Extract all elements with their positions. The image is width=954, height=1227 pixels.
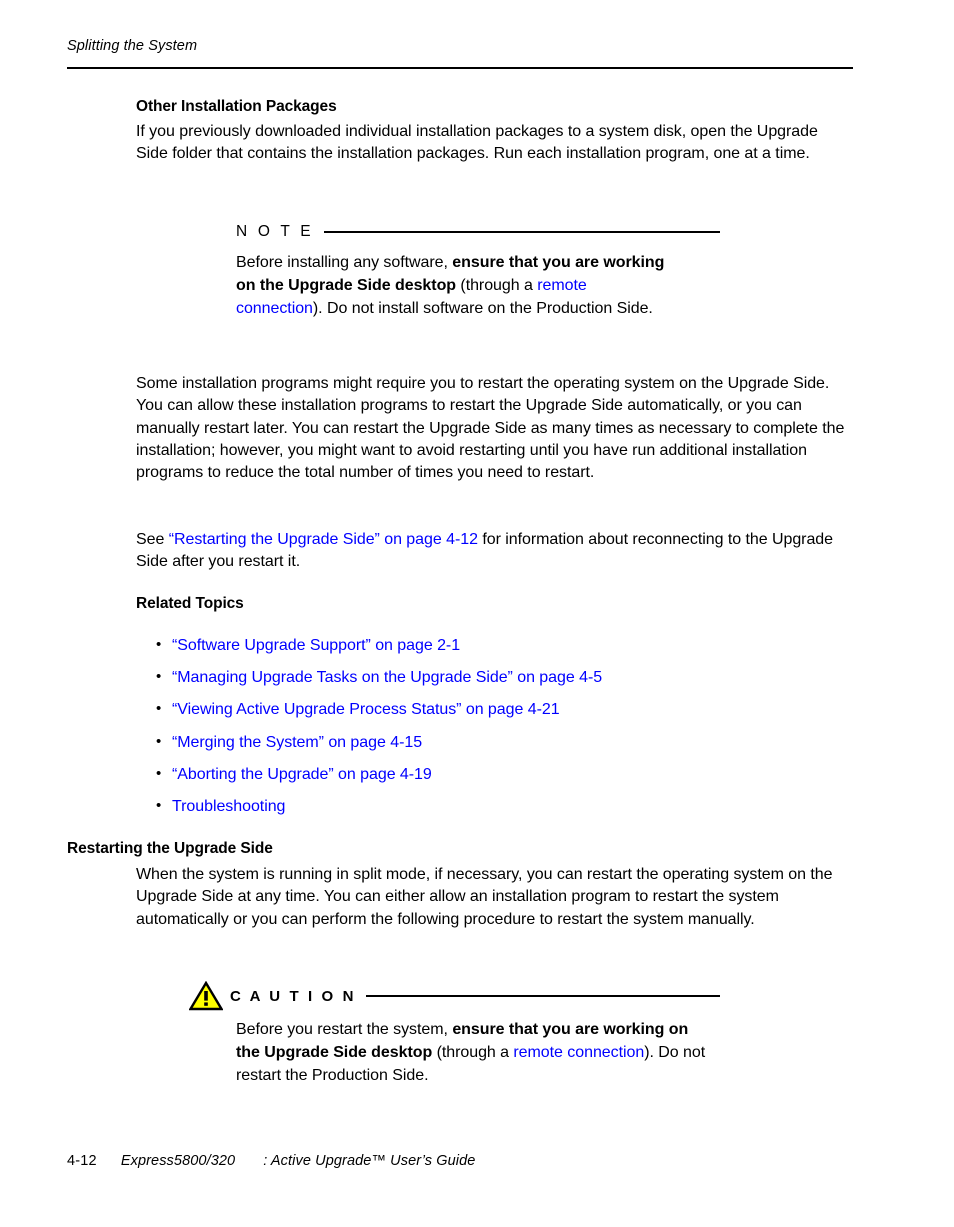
see-text-1: See [136, 531, 169, 548]
caution-rule [366, 995, 720, 997]
note-text-2: (through a [456, 276, 538, 294]
heading-related-topics: Related Topics [136, 595, 244, 612]
footer-product-name: Express5800/320 [120, 1153, 236, 1169]
note-header: N O T E [236, 221, 720, 243]
list-item: “Managing Upgrade Tasks on the Upgrade S… [136, 666, 851, 688]
see-link-restarting-upgrade-side[interactable]: “Restarting the Upgrade Side” on page 4-… [169, 531, 478, 548]
paragraph-see-reference: See “Restarting the Upgrade Side” on pag… [136, 529, 851, 574]
related-topic-link-2[interactable]: “Managing Upgrade Tasks on the Upgrade S… [172, 669, 602, 686]
caution-link-remote-connection[interactable]: remote connection [513, 1044, 644, 1061]
related-topic-link-1[interactable]: “Software Upgrade Support” on page 2-1 [172, 637, 460, 654]
list-item: “Merging the System” on page 4-15 [136, 731, 851, 753]
note-text-3: ). Do not install software on the Produc… [312, 299, 653, 317]
related-topic-link-3[interactable]: “Viewing Active Upgrade Process Status” … [172, 701, 560, 718]
list-item: “Aborting the Upgrade” on page 4-19 [136, 763, 851, 785]
list-item: Troubleshooting [136, 795, 851, 817]
footer-page-number: 4-12 [67, 1153, 97, 1169]
header-rule [67, 67, 853, 69]
related-topics-list: “Software Upgrade Support” on page 2-1 “… [136, 634, 851, 828]
note-rule [323, 231, 720, 233]
document-page: Splitting the System Other Installation … [0, 0, 954, 1227]
paragraph-other-installation-packages: If you previously downloaded individual … [136, 123, 818, 163]
list-item: “Software Upgrade Support” on page 2-1 [136, 634, 851, 656]
note-admonition: N O T E Before installing any software, … [236, 221, 720, 320]
note-body: Before installing any software, ensure t… [236, 252, 672, 320]
note-text-1: Before installing any software, [236, 254, 453, 271]
related-topic-link-5[interactable]: “Aborting the Upgrade” on page 4-19 [172, 766, 432, 783]
caution-label: C A U T I O N [230, 987, 357, 1005]
footer-guide-title: : Active Upgrade™ User’s Guide [263, 1153, 476, 1169]
paragraph-restart-programs: Some installation programs might require… [136, 375, 845, 482]
caution-text-2: (through a [432, 1043, 514, 1061]
related-topic-link-6[interactable]: Troubleshooting [172, 798, 285, 815]
related-topic-link-4[interactable]: “Merging the System” on page 4-15 [172, 734, 422, 751]
page-footer: 4-12 Express5800/320 : Active Upgrade™ Use… [67, 1153, 475, 1169]
heading-other-installation-packages: Other Installation Packages [136, 98, 337, 115]
warning-triangle-icon [189, 981, 223, 1011]
caution-text-1: Before you restart the system, [236, 1021, 453, 1038]
caution-admonition: C A U T I O N Before you restart the sys… [189, 981, 720, 1087]
paragraph-restarting-the-upgrade-side: When the system is running in split mode… [136, 866, 833, 928]
heading-restarting-the-upgrade-side: Restarting the Upgrade Side [67, 840, 273, 857]
caution-body: Before you restart the system, ensure th… [236, 1019, 706, 1087]
running-header: Splitting the System [67, 38, 198, 54]
note-label: N O T E [236, 223, 314, 240]
caution-header: C A U T I O N [189, 981, 720, 1011]
list-item: “Viewing Active Upgrade Process Status” … [136, 698, 851, 720]
